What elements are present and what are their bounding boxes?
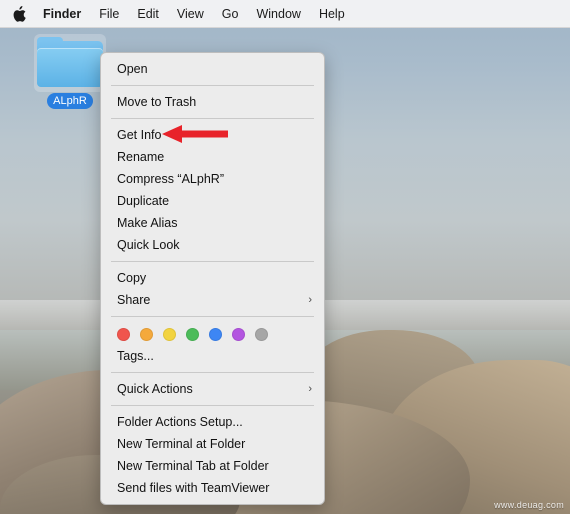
context-menu-item-label: Make Alias: [117, 216, 178, 230]
context-menu-separator: [111, 261, 314, 262]
context-menu-item-make-alias[interactable]: Make Alias: [101, 212, 324, 234]
menu-item-finder[interactable]: Finder: [34, 5, 90, 23]
context-menu-item-tags[interactable]: Tags...: [101, 345, 324, 367]
menu-bar: Finder File Edit View Go Window Help: [0, 0, 570, 28]
red-tag[interactable]: [117, 328, 130, 341]
context-menu-item-label: Quick Look: [117, 238, 180, 252]
menu-item-view[interactable]: View: [168, 5, 213, 23]
context-menu-separator: [111, 118, 314, 119]
context-menu-item-label: Duplicate: [117, 194, 170, 208]
context-menu-separator: [111, 316, 314, 317]
context-menu-item-move-to-trash[interactable]: Move to Trash: [101, 91, 324, 113]
gray-tag[interactable]: [255, 328, 268, 341]
folder-name-label: ALphR: [47, 93, 93, 109]
chevron-right-icon: ›: [308, 383, 312, 395]
orange-tag[interactable]: [140, 328, 153, 341]
context-menu-item-label: Move to Trash: [117, 95, 197, 109]
chevron-right-icon: ›: [308, 294, 312, 306]
context-menu-item-quick-actions[interactable]: Quick Actions ›: [101, 378, 324, 400]
context-menu-item-rename[interactable]: Rename: [101, 146, 324, 168]
folder-front: [37, 48, 103, 87]
context-menu-item-label: New Terminal Tab at Folder: [117, 459, 269, 473]
folder-icon: [37, 37, 103, 89]
yellow-tag[interactable]: [163, 328, 176, 341]
desktop-folder-alphr[interactable]: ALphR: [34, 34, 106, 109]
menu-item-window[interactable]: Window: [247, 5, 309, 23]
context-menu-item-copy[interactable]: Copy: [101, 267, 324, 289]
context-menu-item-get-info[interactable]: Get Info: [101, 124, 324, 146]
context-menu-item-label: Send files with TeamViewer: [117, 481, 270, 495]
context-menu-item-label: Open: [117, 62, 148, 76]
context-menu-item-label: Folder Actions Setup...: [117, 415, 243, 429]
context-menu-item-folder-actions-setup[interactable]: Folder Actions Setup...: [101, 411, 324, 433]
context-menu-item-label: Share: [117, 293, 151, 307]
watermark: www.deuag.com: [494, 500, 564, 510]
context-menu-separator: [111, 405, 314, 406]
context-menu-item-label: New Terminal at Folder: [117, 437, 246, 451]
context-menu-item-quick-look[interactable]: Quick Look: [101, 234, 324, 256]
context-menu-separator: [111, 372, 314, 373]
context-menu-item-duplicate[interactable]: Duplicate: [101, 190, 324, 212]
context-menu-item-open[interactable]: Open: [101, 58, 324, 80]
context-menu-item-new-terminal-tab-at-folder[interactable]: New Terminal Tab at Folder: [101, 455, 324, 477]
context-menu-item-compress[interactable]: Compress “ALphR”: [101, 168, 324, 190]
apple-logo-icon[interactable]: [8, 5, 30, 22]
context-menu-item-new-terminal-at-folder[interactable]: New Terminal at Folder: [101, 433, 324, 455]
context-menu-separator: [111, 85, 314, 86]
purple-tag[interactable]: [232, 328, 245, 341]
screen: Finder File Edit View Go Window Help ALp…: [0, 0, 570, 514]
context-menu-item-label: Tags...: [117, 349, 154, 363]
menu-item-edit[interactable]: Edit: [128, 5, 168, 23]
context-menu-item-share[interactable]: Share ›: [101, 289, 324, 311]
context-menu-item-label: Rename: [117, 150, 165, 164]
menu-item-help[interactable]: Help: [310, 5, 354, 23]
context-menu: Open Move to Trash Get Info Rename Compr…: [100, 52, 325, 505]
menu-item-go[interactable]: Go: [213, 5, 248, 23]
context-menu-item-label: Compress “ALphR”: [117, 172, 224, 186]
tag-color-row: [101, 322, 324, 345]
blue-tag[interactable]: [209, 328, 222, 341]
green-tag[interactable]: [186, 328, 199, 341]
context-menu-item-send-files-with-teamviewer[interactable]: Send files with TeamViewer: [101, 477, 324, 499]
context-menu-item-label: Copy: [117, 271, 147, 285]
context-menu-item-label: Get Info: [117, 128, 162, 142]
context-menu-item-label: Quick Actions: [117, 382, 193, 396]
menu-item-file[interactable]: File: [90, 5, 128, 23]
